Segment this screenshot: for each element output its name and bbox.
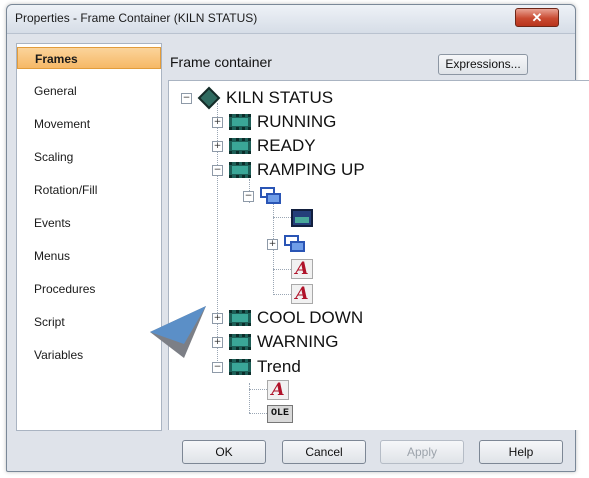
collapse-icon[interactable]: − (243, 190, 254, 202)
expressions-button[interactable]: Expressions... (438, 54, 528, 75)
expand-icon[interactable]: + (267, 238, 278, 250)
frame-icon (229, 310, 251, 326)
content-header: Frame container Expressions... (168, 46, 568, 80)
nav-item-rotation-fill[interactable]: Rotation/Fill (17, 179, 161, 201)
nav-item-procedures[interactable]: Procedures (17, 278, 161, 300)
tree-node-text[interactable]: A (291, 258, 313, 280)
expand-icon[interactable]: + (212, 140, 223, 152)
help-button[interactable]: Help (479, 440, 563, 464)
apply-button[interactable]: Apply (380, 440, 464, 464)
image-icon (291, 209, 313, 227)
frame-icon (229, 334, 251, 350)
window-title: Properties - Frame Container (KILN STATU… (15, 11, 258, 25)
tree-label: WARNING (257, 332, 339, 351)
group-icon (260, 187, 282, 205)
ole-object-icon: OLE (267, 405, 293, 423)
title-bar[interactable]: Properties - Frame Container (KILN STATU… (7, 5, 575, 34)
tree-node-cool-down[interactable]: + COOL DOWN (212, 307, 363, 329)
expand-icon[interactable]: + (212, 312, 223, 324)
category-list: Frames General Movement Scaling Rotation… (16, 43, 162, 431)
ok-button[interactable]: OK (182, 440, 266, 464)
tree-connector (273, 269, 291, 270)
tree-connector (249, 413, 267, 414)
tree-node-group[interactable]: − (243, 185, 282, 207)
tree-label: RUNNING (257, 112, 337, 131)
frame-icon (229, 162, 251, 178)
tree-node-warning[interactable]: + WARNING (212, 331, 339, 353)
close-icon: ✕ (531, 10, 543, 25)
nav-item-variables[interactable]: Variables (17, 344, 161, 366)
expand-icon[interactable]: + (212, 336, 223, 348)
text-object-icon: A (291, 259, 313, 279)
collapse-icon[interactable]: − (181, 92, 192, 104)
collapse-icon[interactable]: − (212, 361, 223, 373)
tree-node-kiln-status[interactable]: − KILN STATUS (181, 86, 334, 110)
close-button[interactable]: ✕ (515, 8, 559, 27)
tree-connector (273, 294, 291, 295)
frame-tree: − KILN STATUS + RUNNING + READY − RAMPIN… (168, 80, 589, 430)
tree-node-ready[interactable]: + READY (212, 135, 316, 157)
nav-item-events[interactable]: Events (17, 212, 161, 234)
tree-node-text[interactable]: A (291, 283, 313, 305)
pointer-arrow-icon (150, 306, 206, 358)
cancel-button[interactable]: Cancel (282, 440, 366, 464)
frame-icon (229, 114, 251, 130)
tree-label: RAMPING UP (257, 160, 365, 179)
group-icon (284, 235, 306, 253)
tree-label: KILN STATUS (226, 88, 334, 107)
tree-connector (273, 217, 291, 218)
expand-icon[interactable]: + (212, 116, 223, 128)
nav-item-frames[interactable]: Frames (17, 47, 161, 69)
nav-item-menus[interactable]: Menus (17, 245, 161, 267)
tree-node-subgroup[interactable]: + (267, 233, 306, 255)
tree-node-trend[interactable]: − Trend (212, 356, 301, 378)
frame-container-icon (197, 86, 221, 110)
tree-label: Trend (257, 357, 301, 376)
frame-icon (229, 138, 251, 154)
text-object-icon: A (291, 284, 313, 304)
tree-connector (249, 383, 250, 413)
tree-node-text[interactable]: A (267, 379, 289, 401)
frame-icon (229, 359, 251, 375)
frame-container-label: Frame container (170, 54, 272, 70)
tree-label: READY (257, 136, 316, 155)
nav-item-script[interactable]: Script (17, 311, 161, 333)
nav-item-general[interactable]: General (17, 80, 161, 102)
nav-item-scaling[interactable]: Scaling (17, 146, 161, 168)
tree-node-ramping-up[interactable]: − RAMPING UP (212, 159, 365, 181)
tree-connector (249, 389, 267, 390)
text-object-icon: A (267, 380, 289, 400)
tree-label: COOL DOWN (257, 308, 364, 327)
nav-item-movement[interactable]: Movement (17, 113, 161, 135)
tree-node-image[interactable] (291, 207, 313, 229)
tree-node-running[interactable]: + RUNNING (212, 111, 336, 133)
collapse-icon[interactable]: − (212, 164, 223, 176)
tree-node-ole[interactable]: OLE (267, 403, 293, 425)
